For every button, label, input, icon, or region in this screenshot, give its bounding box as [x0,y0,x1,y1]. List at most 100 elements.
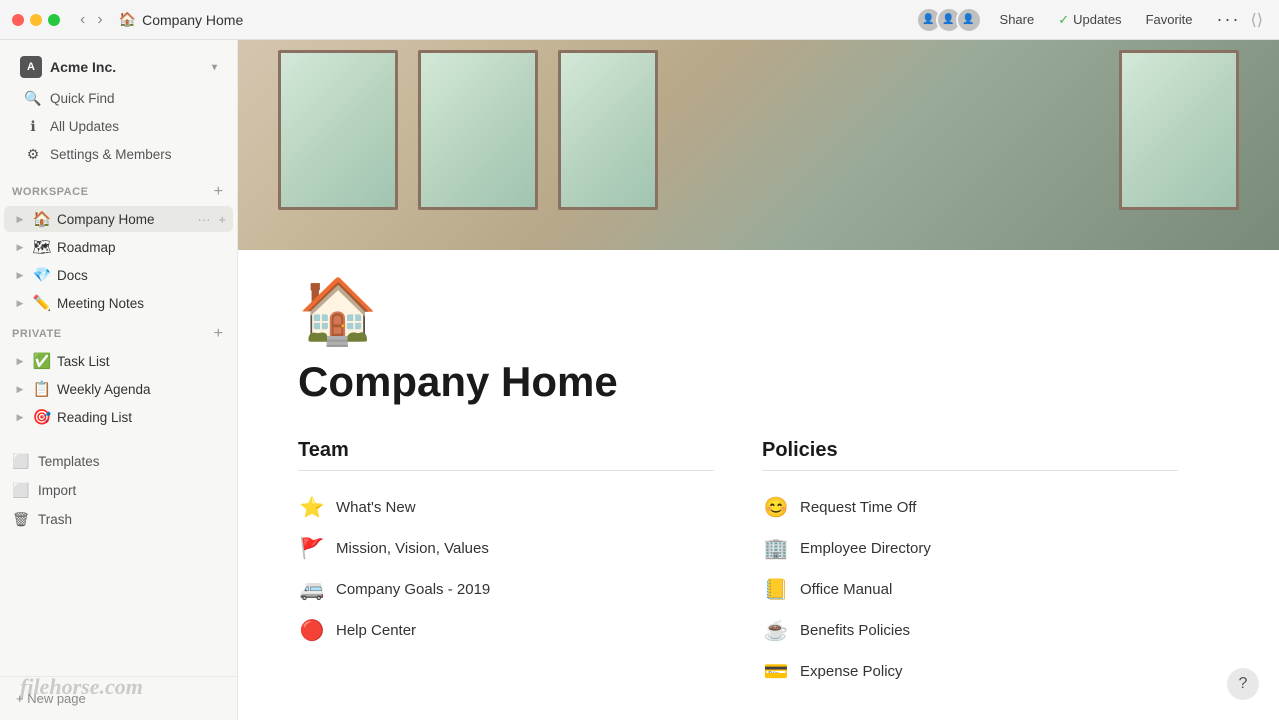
meeting-notes-label: Meeting Notes [57,296,229,311]
workspace-name: Acme Inc. [50,59,116,75]
flag-icon: 🚩 [298,536,326,561]
app-body: A Acme Inc. ▾ 🔍 Quick Find ℹ All Updates… [0,40,1279,720]
templates-icon: ⬜ [12,453,30,470]
help-icon: 🔴 [298,618,326,643]
docs-label: Docs [57,268,229,283]
link-employee-directory[interactable]: 🏢 Employee Directory [762,528,1178,569]
employee-directory-label: Employee Directory [800,540,931,558]
expand-arrow-icon[interactable]: ▶ [12,409,28,425]
forward-button[interactable]: › [93,9,106,31]
workspace-caret-icon: ▾ [212,62,217,73]
coffee-icon: ☕ [762,618,790,643]
new-page-button[interactable]: + New page [4,685,233,712]
sidebar-item-settings[interactable]: ⚙ Settings & Members [16,141,221,168]
hero-window-3 [558,50,658,210]
sidebar-footer: + New page [0,676,237,720]
share-button[interactable]: Share [994,10,1041,29]
expand-arrow-icon[interactable]: ▶ [12,239,28,255]
link-help-center[interactable]: 🔴 Help Center [298,610,714,651]
office-manual-label: Office Manual [800,581,892,599]
favorite-button[interactable]: Favorite [1140,10,1199,29]
maximize-button[interactable] [48,14,60,26]
benefits-label: Benefits Policies [800,622,910,640]
page-content: 🏠 Company Home Team ⭐ What's New 🚩 Missi… [238,250,1238,720]
expand-arrow-icon[interactable]: ▶ [12,267,28,283]
meeting-notes-icon: ✏️ [32,293,52,313]
minimize-button[interactable] [30,14,42,26]
trash-label: Trash [38,512,72,527]
titlebar-actions: 👤 👤 👤 Share ✓ Updates Favorite ··· [916,7,1247,33]
sidebar-item-trash[interactable]: 🗑 Trash [4,506,233,533]
templates-label: Templates [38,454,100,469]
import-icon: ⬜ [12,482,30,499]
sidebar-item-quick-find[interactable]: 🔍 Quick Find [16,85,221,112]
sidebar-item-templates[interactable]: ⬜ Templates [4,448,233,475]
nav-page-reading-list[interactable]: ▶ 🎯 Reading List [4,404,233,430]
help-button[interactable]: ? [1227,668,1259,700]
page-title: Company Home [298,357,1178,407]
policies-section-title: Policies [762,439,1178,471]
star-icon: ⭐ [298,495,326,520]
request-time-off-label: Request Time Off [800,499,916,517]
expand-arrow-icon[interactable]: ▶ [12,295,28,311]
check-icon: ✓ [1058,12,1069,28]
policies-section: Policies 😊 Request Time Off 🏢 Employee D… [762,439,1178,692]
task-list-label: Task List [57,354,229,369]
nav-page-roadmap[interactable]: ▶ 🗺 Roadmap [4,234,233,260]
link-whats-new[interactable]: ⭐ What's New [298,487,714,528]
private-add-button[interactable]: + [212,325,225,343]
roadmap-icon: 🗺 [32,237,52,257]
link-mission[interactable]: 🚩 Mission, Vision, Values [298,528,714,569]
sidebar: A Acme Inc. ▾ 🔍 Quick Find ℹ All Updates… [0,40,238,720]
nav-page-company-home[interactable]: ▶ 🏠 Company Home ··· + [4,206,233,232]
import-label: Import [38,483,76,498]
task-list-icon: ✅ [32,351,52,371]
company-goals-label: Company Goals - 2019 [336,581,490,599]
titlebar-title: 🏠 Company Home [119,11,916,28]
weekly-agenda-icon: 📋 [32,379,52,399]
close-button[interactable] [12,14,24,26]
link-expense-policy[interactable]: 💳 Expense Policy [762,651,1178,692]
reading-list-icon: 🎯 [32,407,52,427]
back-button[interactable]: ‹ [76,9,89,31]
expand-arrow-icon[interactable]: ▶ [12,381,28,397]
sidebar-top: A Acme Inc. ▾ 🔍 Quick Find ℹ All Updates… [0,40,237,175]
nav-arrows: ‹ › [76,9,107,31]
help-center-label: Help Center [336,622,416,640]
collapse-sidebar-button[interactable]: ⟨⟩ [1247,6,1267,34]
mission-label: Mission, Vision, Values [336,540,489,558]
content-grid: Team ⭐ What's New 🚩 Mission, Vision, Val… [298,439,1178,692]
more-options-button[interactable]: ··· [1211,7,1247,32]
link-benefits[interactable]: ☕ Benefits Policies [762,610,1178,651]
settings-label: Settings & Members [50,147,172,162]
company-home-add-button[interactable]: + [215,211,229,228]
hero-image [238,40,1279,250]
search-icon: 🔍 [24,90,42,107]
sidebar-item-all-updates[interactable]: ℹ All Updates [16,113,221,140]
page-icon-large: 🏠 [298,250,1178,357]
main-content: 🏠 Company Home Team ⭐ What's New 🚩 Missi… [238,40,1279,720]
private-section-header: PRIVATE + [0,317,237,347]
company-home-options-button[interactable]: ··· [194,211,213,228]
company-home-actions: ··· + [194,211,229,228]
page-title-label: Company Home [142,12,243,28]
workspace-add-button[interactable]: + [212,183,225,201]
team-section: Team ⭐ What's New 🚩 Mission, Vision, Val… [298,439,714,692]
expand-arrow-icon[interactable]: ▶ [12,211,28,227]
expand-arrow-icon[interactable]: ▶ [12,353,28,369]
sidebar-item-import[interactable]: ⬜ Import [4,477,233,504]
nav-page-task-list[interactable]: ▶ ✅ Task List [4,348,233,374]
nav-page-docs[interactable]: ▶ 💎 Docs [4,262,233,288]
link-company-goals[interactable]: 🚐 Company Goals - 2019 [298,569,714,610]
titlebar: ‹ › 🏠 Company Home 👤 👤 👤 Share ✓ Updates… [0,0,1279,40]
workspace-header[interactable]: A Acme Inc. ▾ [12,50,225,84]
nav-page-weekly-agenda[interactable]: ▶ 📋 Weekly Agenda [4,376,233,402]
link-office-manual[interactable]: 📒 Office Manual [762,569,1178,610]
roadmap-label: Roadmap [57,240,229,255]
updates-button[interactable]: ✓ Updates [1052,10,1127,30]
nav-page-meeting-notes[interactable]: ▶ ✏️ Meeting Notes [4,290,233,316]
hero-window-2 [418,50,538,210]
link-request-time-off[interactable]: 😊 Request Time Off [762,487,1178,528]
card-icon: 💳 [762,659,790,684]
gear-icon: ⚙ [24,146,42,163]
